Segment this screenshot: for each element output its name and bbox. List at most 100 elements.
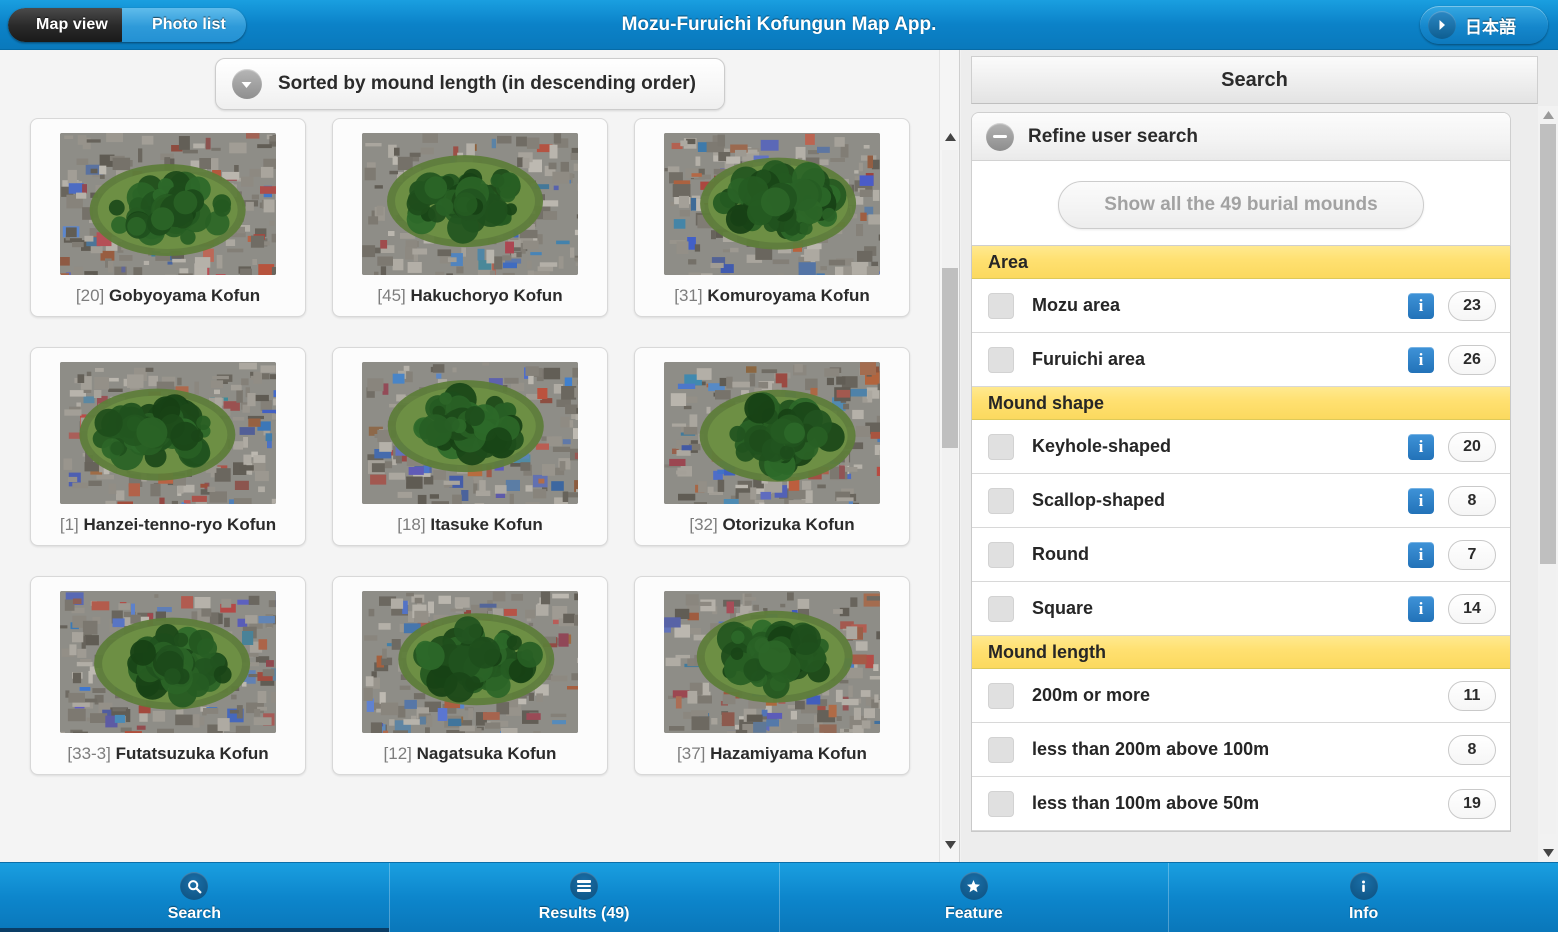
search-panel-header: Search — [971, 56, 1538, 104]
search-panel-scrollbar[interactable] — [1538, 106, 1558, 862]
photo-card[interactable]: [32] Otorizuka Kofun — [634, 347, 910, 546]
photo-list-panel: Sorted by mound length (in descending or… — [0, 50, 960, 862]
photo-card[interactable]: [18] Itasuke Kofun — [332, 347, 608, 546]
magnifier-icon — [180, 872, 209, 900]
filter-checkbox[interactable] — [988, 487, 1014, 514]
filter-row[interactable]: less than 200m above 100m 8 — [972, 723, 1510, 777]
filter-group-title: Area — [988, 251, 1029, 272]
photo-card-name: Hakuchoryo Kofun — [410, 286, 563, 305]
info-icon[interactable]: i — [1408, 292, 1434, 319]
photo-card-grid[interactable]: [20] Gobyoyama Kofun [45] Hakuchoryo Kof… — [0, 118, 940, 862]
nav-item-info[interactable]: Info — [1169, 863, 1558, 932]
info-icon[interactable]: i — [1408, 346, 1434, 373]
filter-label: Furuichi area — [1032, 349, 1146, 369]
filter-group-title: Mound length — [988, 641, 1106, 662]
search-panel-body: Refine user search Show all the 49 buria… — [971, 112, 1528, 862]
filter-count-badge: 11 — [1448, 680, 1496, 711]
filter-row[interactable]: Round i 7 — [972, 528, 1510, 582]
filter-group-header: Area — [972, 246, 1510, 279]
photo-card[interactable]: [37] Hazamiyama Kofun — [634, 576, 910, 775]
tab-map-view[interactable]: Map view — [8, 8, 136, 42]
sort-order-button[interactable]: Sorted by mound length (in descending or… — [214, 58, 725, 110]
photo-card-label: [20] Gobyoyama Kofun — [76, 286, 260, 306]
filter-checkbox[interactable] — [988, 736, 1014, 763]
filter-checkbox[interactable] — [988, 433, 1014, 460]
scrollbar-thumb[interactable] — [942, 268, 958, 448]
filter-label: Scallop-shaped — [1032, 490, 1166, 510]
info-icon[interactable]: i — [1408, 595, 1434, 622]
photo-card[interactable]: [33-3] Futatsuzuka Kofun — [30, 576, 306, 775]
filter-checkbox[interactable] — [988, 292, 1014, 319]
chevron-down-circle-icon — [231, 69, 262, 99]
tab-photo-list[interactable]: Photo list — [122, 8, 246, 42]
scroll-up-arrow-icon[interactable] — [940, 128, 959, 146]
photo-card-row: [1] Hanzei-tenno-ryo Kofun [18] Itasuke … — [0, 347, 940, 546]
filter-row[interactable]: Scallop-shaped i 8 — [972, 474, 1510, 528]
photo-card[interactable]: [31] Komuroyama Kofun — [634, 118, 910, 317]
kofun-aerial-photo — [664, 362, 880, 504]
photo-card-name: Hazamiyama Kofun — [710, 744, 867, 763]
photo-card-index: [32] — [689, 515, 718, 534]
photo-card-name: Hanzei-tenno-ryo Kofun — [83, 515, 277, 534]
photo-card-index: [1] — [59, 515, 79, 534]
filter-row[interactable]: Keyhole-shaped i 20 — [972, 420, 1510, 474]
photo-card-name: Nagatsuka Kofun — [416, 744, 557, 763]
photo-card[interactable]: [12] Nagatsuka Kofun — [332, 576, 608, 775]
photo-card-index: [33-3] — [67, 744, 111, 763]
filter-row[interactable]: less than 100m above 50m 19 — [972, 777, 1510, 831]
filter-checkbox[interactable] — [988, 790, 1014, 817]
filter-row[interactable]: Mozu area i 23 — [972, 279, 1510, 333]
filter-row[interactable]: 200m or more 11 — [972, 669, 1510, 723]
photo-card[interactable]: [1] Hanzei-tenno-ryo Kofun — [30, 347, 306, 546]
kofun-aerial-photo — [362, 591, 578, 733]
minus-circle-icon — [986, 122, 1014, 151]
nav-item-label: Info — [1348, 905, 1379, 922]
filter-count-badge: 8 — [1448, 734, 1496, 765]
filter-checkbox[interactable] — [988, 541, 1014, 568]
photo-list-scrollbar[interactable] — [939, 50, 959, 862]
photo-card[interactable]: [20] Gobyoyama Kofun — [30, 118, 306, 317]
scroll-up-arrow-icon[interactable] — [1538, 106, 1558, 124]
show-all-button[interactable]: Show all the 49 burial mounds — [1058, 181, 1424, 229]
filter-label: Round — [1032, 544, 1089, 564]
nav-item-results-49[interactable]: Results (49) — [390, 863, 780, 932]
bottom-navigation: Search Results (49) Feature Info — [0, 862, 1558, 932]
filter-row[interactable]: Square i 14 — [972, 582, 1510, 636]
photo-card-label: [33-3] Futatsuzuka Kofun — [67, 744, 268, 764]
photo-card-index: [12] — [383, 744, 412, 763]
info-placeholder — [1408, 791, 1434, 817]
refine-search-header[interactable]: Refine user search — [972, 113, 1510, 161]
scrollbar-track[interactable] — [942, 150, 958, 840]
filter-group-list: Area Mozu area i 23 Furuichi area i 26 Mo… — [971, 246, 1511, 832]
photo-card-name: Gobyoyama Kofun — [108, 286, 261, 305]
scrollbar-thumb[interactable] — [1540, 124, 1556, 564]
photo-card-name: Komuroyama Kofun — [707, 286, 870, 305]
nav-item-feature[interactable]: Feature — [780, 863, 1170, 932]
filter-checkbox[interactable] — [988, 346, 1014, 373]
filter-checkbox[interactable] — [988, 682, 1014, 709]
photo-card-name: Itasuke Kofun — [430, 515, 543, 534]
info-icon[interactable]: i — [1408, 541, 1434, 568]
view-mode-switch[interactable]: Map view Photo list — [8, 8, 246, 42]
info-icon[interactable]: i — [1408, 487, 1434, 514]
language-toggle-button[interactable]: 日本語 — [1420, 6, 1548, 44]
scroll-down-arrow-icon[interactable] — [1538, 844, 1558, 862]
kofun-aerial-photo — [60, 362, 276, 504]
filter-group-header: Mound shape — [972, 387, 1510, 420]
nav-item-label: Feature — [944, 905, 1003, 922]
filter-count-badge: 7 — [1448, 539, 1496, 570]
scroll-down-arrow-icon[interactable] — [940, 836, 959, 854]
photo-card-label: [12] Nagatsuka Kofun — [384, 744, 557, 764]
nav-item-search[interactable]: Search — [0, 863, 390, 932]
sort-bar-container: Sorted by mound length (in descending or… — [0, 50, 940, 118]
info-icon[interactable]: i — [1408, 433, 1434, 460]
nav-item-label: Results (49) — [538, 905, 630, 922]
app-header: Map view Photo list Mozu-Furuichi Kofung… — [0, 0, 1558, 50]
filter-row[interactable]: Furuichi area i 26 — [972, 333, 1510, 387]
photo-card[interactable]: [45] Hakuchoryo Kofun — [332, 118, 608, 317]
filter-checkbox[interactable] — [988, 595, 1014, 622]
kofun-aerial-photo — [60, 133, 276, 275]
filter-group-header: Mound length — [972, 636, 1510, 669]
photo-card-label: [37] Hazamiyama Kofun — [677, 744, 867, 764]
sort-order-label: Sorted by mound length (in descending or… — [277, 73, 696, 94]
